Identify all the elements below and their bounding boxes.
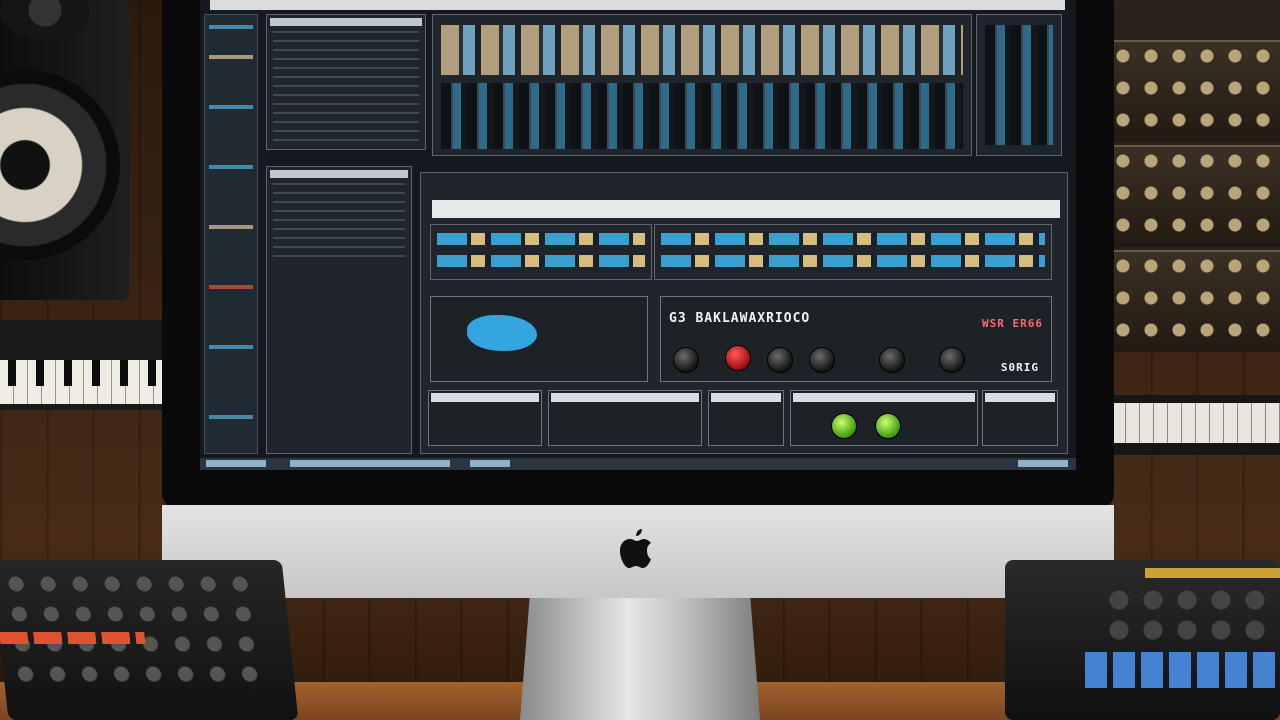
- effect-knob-green[interactable]: [831, 413, 857, 439]
- plugin-badge: WSR ER66: [982, 317, 1043, 330]
- sequencer-lane[interactable]: [437, 255, 645, 267]
- sidebar-item[interactable]: [209, 55, 253, 59]
- effect-module[interactable]: [708, 390, 784, 446]
- waveform-module[interactable]: [430, 296, 648, 382]
- tweeter-cone: [0, 0, 90, 40]
- studio-monitor-speaker: [0, 0, 130, 300]
- level-meters: [985, 25, 1053, 145]
- synth-knob-red[interactable]: [725, 345, 751, 371]
- effect-module[interactable]: [982, 390, 1058, 446]
- panel-title-bar: [270, 170, 408, 178]
- modular-synth-rack: [1105, 0, 1280, 352]
- sequencer-lane[interactable]: [661, 255, 1045, 267]
- sidebar-item[interactable]: [209, 225, 253, 229]
- sequencer-left[interactable]: [430, 224, 652, 280]
- synth-module[interactable]: G3 BAKLAWAXRIOCO WSR ER66 S0RIG: [660, 296, 1052, 382]
- effect-module[interactable]: [790, 390, 978, 446]
- sidebar-item[interactable]: [209, 415, 253, 419]
- plugin-toolbar[interactable]: [432, 200, 1060, 218]
- sequencer-lane[interactable]: [661, 233, 1045, 245]
- meter-panel: [976, 14, 1062, 156]
- effect-knob-green[interactable]: [875, 413, 901, 439]
- sidebar-item[interactable]: [209, 285, 253, 289]
- sequencer-right[interactable]: [654, 224, 1052, 280]
- effect-module[interactable]: [548, 390, 702, 446]
- module-header: [551, 393, 699, 402]
- status-item: [206, 460, 266, 467]
- daw-screen: G3 BAKLAWAXRIOCO WSR ER66 S0RIG: [200, 0, 1076, 470]
- waveform-display: [467, 315, 537, 351]
- sidebar-item[interactable]: [209, 345, 253, 349]
- controller-pads: [1085, 652, 1280, 688]
- white-keys: [1112, 403, 1280, 443]
- mixer-strips[interactable]: [441, 83, 963, 149]
- sidebar-item[interactable]: [209, 165, 253, 169]
- synth-knob[interactable]: [673, 347, 699, 373]
- synth-knob[interactable]: [879, 347, 905, 373]
- sequencer-lane[interactable]: [437, 233, 645, 245]
- sidebar-item[interactable]: [209, 105, 253, 109]
- synth-knob[interactable]: [939, 347, 965, 373]
- studio-photo-scene: G3 BAKLAWAXRIOCO WSR ER66 S0RIG: [0, 0, 1280, 720]
- synth-knob[interactable]: [767, 347, 793, 373]
- module-header: [711, 393, 781, 402]
- arrangement-panel[interactable]: [432, 14, 972, 156]
- rack-row: [1111, 250, 1280, 352]
- status-bar: [200, 458, 1076, 470]
- inspector-panel[interactable]: [266, 166, 412, 454]
- rack-row: [1111, 40, 1280, 142]
- imac-stand: [520, 598, 760, 720]
- plugin-title: G3 BAKLAWAXRIOCO: [669, 311, 811, 326]
- keyboard-left: [0, 320, 165, 410]
- controller-pads: [0, 632, 146, 644]
- audio-clips[interactable]: [441, 25, 963, 75]
- panel-title-bar: [270, 18, 422, 26]
- apple-logo-icon: [612, 524, 660, 574]
- midi-controller-right: [1005, 560, 1280, 720]
- status-item: [290, 460, 450, 467]
- woofer-cone: [0, 70, 120, 260]
- track-list-panel[interactable]: [266, 14, 426, 150]
- keyboard-right: [1112, 395, 1280, 455]
- effect-module[interactable]: [428, 390, 542, 446]
- status-item: [1018, 460, 1068, 467]
- controller-knobs: [1105, 586, 1274, 646]
- module-header: [431, 393, 539, 402]
- black-keys: [0, 360, 165, 386]
- status-item: [470, 460, 510, 467]
- synth-knob[interactable]: [809, 347, 835, 373]
- module-header: [985, 393, 1055, 402]
- controller-knobs: [2, 572, 275, 682]
- track-rows[interactable]: [273, 31, 419, 143]
- rack-row: [1111, 145, 1280, 247]
- inspector-rows[interactable]: [273, 183, 405, 263]
- sidebar-item[interactable]: [209, 25, 253, 29]
- window-title-bar: [210, 0, 1065, 10]
- plugin-subtext: S0RIG: [1000, 361, 1039, 374]
- midi-controller-left: [0, 560, 299, 720]
- controller-label-strip: [1145, 568, 1280, 578]
- browser-sidebar[interactable]: [204, 14, 258, 454]
- module-header: [793, 393, 975, 402]
